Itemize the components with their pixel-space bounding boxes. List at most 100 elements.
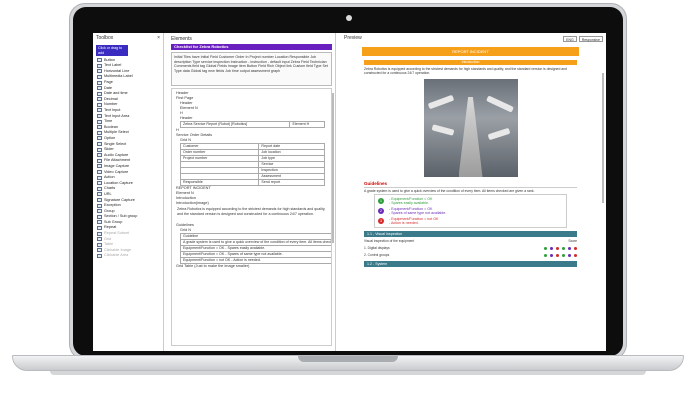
element-table-row[interactable]: Responsible Send report (179, 179, 325, 186)
score-radio[interactable] (562, 253, 565, 257)
toolbox-item-icon (97, 102, 102, 107)
elements-scrollbar[interactable] (332, 93, 334, 243)
toolbox-item-icon (97, 175, 102, 180)
score-row-label: 1. Digital displays (364, 246, 390, 251)
toolbox-item-label: Action (104, 175, 115, 180)
grade-line: - Spares of same type not available. (389, 211, 447, 216)
grade-row: 1 - Equipment/Function = OK - Spares easil… (378, 196, 563, 206)
toolbox-item-label: Audio Capture (104, 152, 129, 157)
toolbox-item-label: File Attachment (104, 158, 131, 163)
report-title: REPORT INCIDENT (362, 47, 579, 56)
add-button[interactable]: Click or drag to add (96, 45, 128, 57)
tree-node[interactable]: Grid Table (Just to make the image small… (174, 264, 329, 269)
toolbox-item-icon (97, 170, 102, 175)
tree-node-label: Grid N (180, 228, 191, 233)
toolbox-item-label: Horizontal Line (104, 68, 130, 73)
toolbox-item-icon (97, 209, 102, 214)
toolbox-item-label: Section / Sub group (104, 214, 138, 219)
toolbox-item[interactable]: Clickable Area (93, 253, 163, 259)
tree-node-label: Introduction(image) (176, 201, 209, 206)
factory-robots-image (423, 79, 518, 177)
tree-node-label: Header (180, 116, 193, 121)
element-table: Customer Report date Order number Job locat… (179, 143, 325, 186)
grade-legend: 1 - Equipment/Function = OK - Spares easil… (374, 194, 567, 229)
toolbox-item-icon (97, 214, 102, 219)
element-table-cell: Responsible (179, 179, 260, 186)
toolbox-item-label: Date (104, 85, 113, 90)
grade-number-badge: 2 (378, 208, 384, 215)
view-mode-select[interactable]: Responsive (578, 35, 603, 42)
score-radio[interactable] (544, 246, 547, 250)
toolbox-item-icon (97, 192, 102, 197)
section-description-row: Visual inspection of the equipment Score (364, 238, 577, 244)
score-label: Score (568, 239, 577, 244)
toolbox-item-icon (97, 80, 102, 85)
conveyor-shape (458, 97, 483, 177)
grade-text: - Equipment/Function = not OK - Action is… (389, 217, 438, 226)
toolbox-item-label: Repeat Subset (104, 231, 130, 236)
score-radio[interactable] (574, 253, 577, 257)
grade-text: - Equipment/Function = OK - Spares easily… (389, 197, 432, 206)
toolbox-item-icon (97, 242, 102, 247)
toolbox-item-icon (97, 74, 102, 79)
score-radio[interactable] (574, 246, 577, 250)
toolbox-item-icon (97, 142, 102, 147)
score-radio[interactable] (556, 246, 559, 250)
toolbox-item-label: Sub Group (104, 219, 123, 224)
toolbox-item-icon (97, 63, 102, 68)
toolbox-item-icon (97, 181, 102, 186)
score-radio[interactable] (568, 246, 571, 250)
elements-title: Elements (171, 36, 192, 42)
toolbox-item-label: Signature Capture (104, 197, 135, 202)
grade-number-badge: 1 (378, 198, 384, 205)
toolbox-item-label: Video Capture (104, 169, 129, 174)
toolbox-item-label: Text Input Area (104, 113, 130, 118)
language-select[interactable]: ENG (563, 35, 577, 42)
toolbox-item-label: URL (104, 191, 112, 196)
score-radio[interactable] (568, 253, 571, 257)
initial-fields-box[interactable]: Initial Tiles have Initial Field Custome… (171, 52, 332, 86)
toolbox-item-label: Date and time (104, 91, 128, 96)
toolbox-item-icon (97, 58, 102, 63)
toolbox-item-label: Multiple Select (104, 130, 129, 135)
toolbox-item-icon (97, 158, 102, 163)
toolbox-item-icon (97, 164, 102, 169)
elements-panel: Elements Checklist for Zebra Robotics In… (168, 33, 336, 351)
toolbox-item-label: Charts (104, 186, 116, 191)
laptop-foot (50, 371, 646, 375)
introduction-paragraph[interactable]: Zebra Robotics is equipped according to … (174, 206, 329, 223)
preview-scrollbar[interactable] (602, 73, 604, 203)
toolbox-item-icon (97, 91, 102, 96)
toolbox-item-icon (97, 125, 102, 130)
element-table-row[interactable]: Equipment/Function = not OK - Action is … (180, 257, 331, 264)
checklist-title-bar[interactable]: Checklist for Zebra Robotics (171, 44, 332, 50)
preview-title: Preview (344, 35, 362, 42)
section-system[interactable]: 1.2 - System (364, 261, 577, 268)
element-table-cell: Element H (289, 121, 325, 128)
preview-header: Preview ENG Responsive (341, 33, 606, 44)
tree-node-label: Grid Table (Just to make the image small… (176, 264, 250, 269)
section-visual-inspection[interactable]: 1.1 - Visual Inspection (364, 231, 577, 238)
element-table: Zebra Service Report (Robot) [Robotics] E… (179, 121, 325, 128)
toolbox-item-icon (97, 197, 102, 202)
score-radio[interactable] (550, 246, 553, 250)
score-rows: 1. Digital displays 2. Control groups (348, 245, 593, 258)
toolbox-item-icon (97, 153, 102, 158)
toolbox-item-icon (97, 114, 102, 119)
score-radio[interactable] (556, 253, 559, 257)
toolbox-item-label: Multimedia Label (104, 74, 133, 79)
element-table-row[interactable]: Zebra Service Report (Robot) [Robotics] E… (179, 121, 325, 128)
score-row-label: 2. Control groups (364, 253, 390, 258)
report-preview: REPORT INCIDENT Introduction Zebra Robot… (348, 47, 593, 351)
element-table-row[interactable]: A grade system is used to give a quick o… (180, 239, 331, 246)
score-radio[interactable] (544, 253, 547, 257)
toolbox-item-label: Boolean (104, 124, 118, 129)
toolbox-item-label: Repeat (104, 225, 117, 230)
grade-number-badge: 3 (378, 218, 384, 225)
score-radio[interactable] (562, 246, 565, 250)
close-icon[interactable]: × (157, 35, 160, 42)
laptop-mockup: Toolbox × Click or drag to add Button Tex… (0, 0, 696, 398)
toolbox-item-label: Option (104, 135, 116, 140)
toolbox-item-label: Time (104, 119, 113, 124)
score-radio[interactable] (550, 253, 553, 257)
